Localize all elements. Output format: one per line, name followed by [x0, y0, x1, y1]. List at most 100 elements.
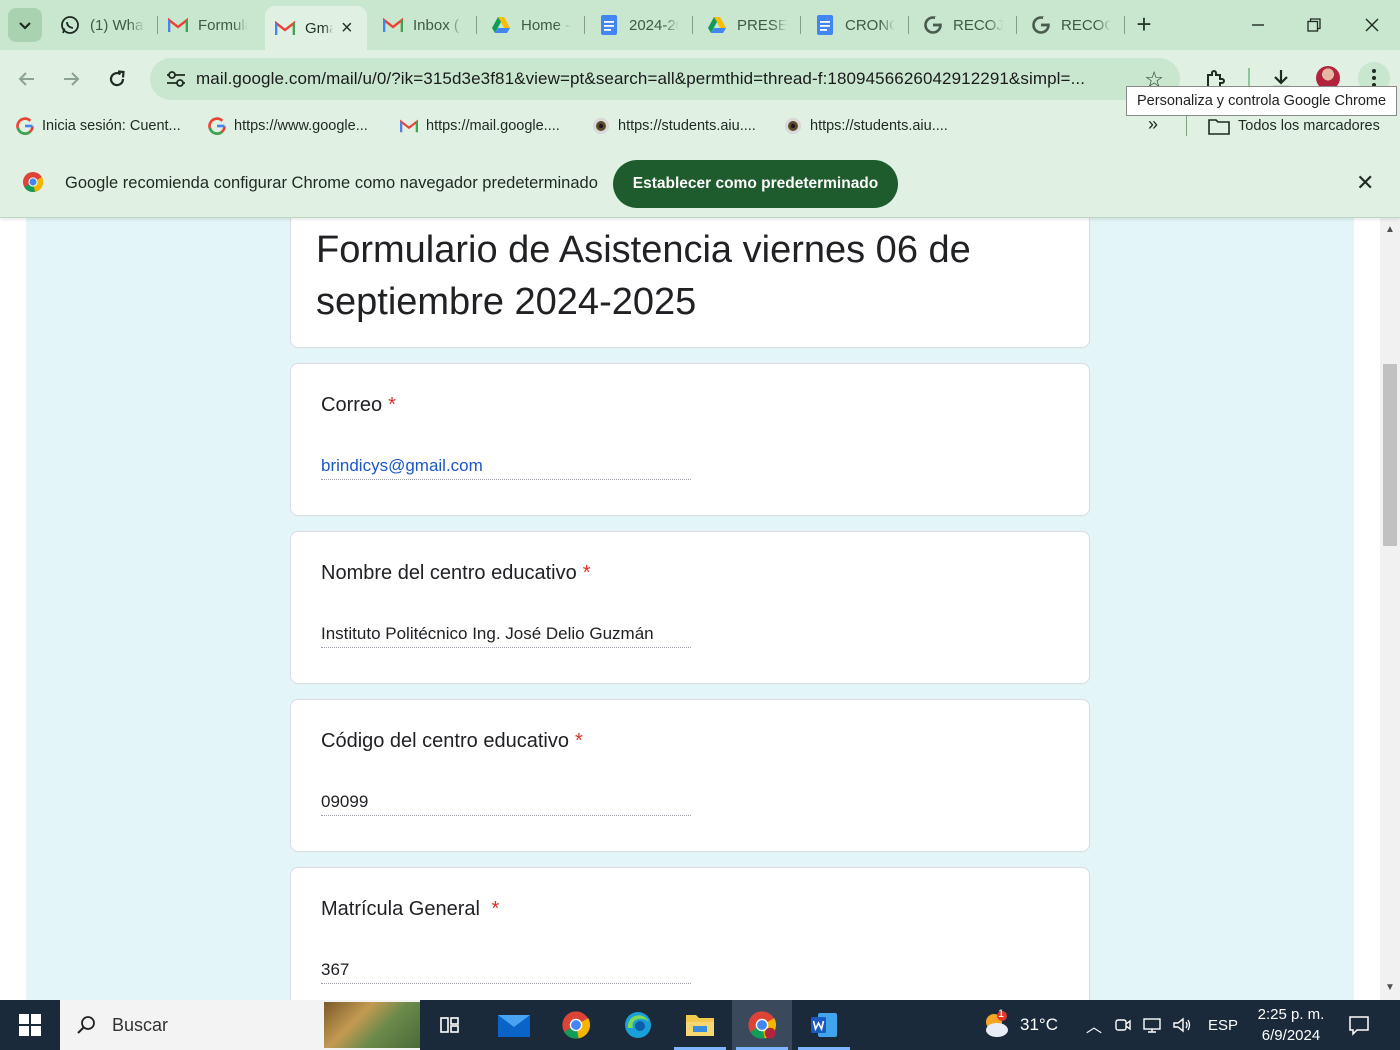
minimize-button[interactable] [1230, 0, 1286, 50]
close-infobar-icon[interactable]: ✕ [1356, 170, 1374, 196]
reload-icon [109, 70, 125, 87]
question-label: Código del centro educativo * [321, 730, 583, 753]
email-answer[interactable]: brindicys@gmail.com [321, 456, 691, 480]
close-tab-icon[interactable]: × [341, 18, 353, 38]
enrollment-answer: 367 [321, 960, 691, 984]
bookmark-item[interactable]: https://students.aiu.... [592, 114, 756, 138]
tab-separator [800, 16, 801, 34]
chrome-icon [562, 1011, 591, 1039]
meet-now-icon[interactable] [1114, 1016, 1132, 1034]
reload-button[interactable] [100, 62, 134, 96]
drive-icon [707, 15, 727, 35]
new-tab-button[interactable]: + [1130, 8, 1158, 39]
tab-docs-2024[interactable]: 2024-2025 [589, 8, 689, 42]
question-text: Código del centro educativo [321, 730, 569, 752]
question-text: Nombre del centro educativo [321, 562, 577, 584]
bookmark-label: https://mail.google.... [426, 118, 560, 134]
taskbar-search[interactable]: Buscar [60, 1000, 420, 1050]
tab-inbox[interactable]: Inbox ( [373, 8, 473, 42]
chevron-down-icon [19, 22, 31, 30]
bookmarks-separator [1186, 116, 1187, 136]
tab-title: Gmail [305, 19, 333, 37]
scrollbar-thumb[interactable] [1383, 364, 1397, 546]
default-browser-infobar: Google recomienda configurar Chrome como… [0, 144, 1400, 218]
system-tray: ︿ ESP [1086, 1000, 1238, 1050]
tab-title: (1) WhatsApp [90, 16, 145, 34]
tab-separator [692, 16, 693, 34]
start-button[interactable] [0, 1000, 60, 1050]
chrome-app[interactable] [546, 1000, 606, 1050]
tab-recojer[interactable]: RECOJER [913, 8, 1013, 42]
all-bookmarks-folder[interactable]: Todos los marcadores [1208, 114, 1380, 138]
docs-icon [815, 15, 835, 35]
page-scrollbar[interactable]: ▲ ▼ [1380, 218, 1400, 1000]
scroll-up-icon[interactable]: ▲ [1380, 220, 1400, 238]
task-view-button[interactable] [420, 1000, 480, 1050]
address-bar[interactable]: mail.google.com/mail/u/0/?ik=315d3e3f81&… [150, 58, 1180, 100]
tab-strip: (1) WhatsApp Formulario Gmail × Inbox ( … [0, 0, 1400, 50]
plus-icon: + [1136, 8, 1152, 39]
form-title-card: Formulario de Asistencia viernes 06 de s… [290, 218, 1090, 348]
google-icon [16, 117, 34, 135]
word-app[interactable] [794, 1000, 854, 1050]
restore-button[interactable] [1286, 0, 1342, 50]
aiu-icon [592, 117, 610, 135]
docs-icon [599, 15, 619, 35]
arrow-right-icon [64, 72, 80, 86]
tab-recoger[interactable]: RECOGER [1021, 8, 1121, 42]
gmail-icon [400, 117, 418, 135]
task-view-icon [440, 1017, 459, 1033]
mail-app[interactable] [484, 1000, 544, 1050]
all-bookmarks-label: Todos los marcadores [1238, 118, 1380, 134]
chrome-icon [748, 1011, 777, 1039]
windows-taskbar: Buscar 1 31°C ︿ ESP 2:25 p. m. 6/9/2024 [0, 1000, 1400, 1050]
bookmark-label: https://students.aiu.... [810, 118, 948, 134]
back-button[interactable] [10, 62, 44, 96]
gmail-icon [168, 15, 188, 35]
tab-gmail-active[interactable]: Gmail × [265, 6, 367, 50]
tab-presentacion[interactable]: PRESENTACION [697, 8, 797, 42]
language-indicator[interactable]: ESP [1208, 1017, 1238, 1034]
close-window-button[interactable] [1344, 0, 1400, 50]
more-bookmarks-icon[interactable]: » [1148, 114, 1158, 135]
bookmark-item[interactable]: https://students.aiu.... [784, 114, 948, 138]
forward-button[interactable] [54, 62, 88, 96]
google-icon [923, 15, 943, 35]
tab-title: RECOGER [1061, 16, 1111, 34]
tab-drive-home[interactable]: Home - [481, 8, 581, 42]
aiu-icon [784, 117, 802, 135]
gmail-icon [275, 18, 295, 38]
bookmark-item[interactable]: Inicia sesión: Cuent... [16, 114, 181, 138]
bookmark-item[interactable]: https://www.google... [208, 114, 368, 138]
notifications-button[interactable] [1348, 1000, 1370, 1050]
question-card: Matrícula General * 367 [290, 867, 1090, 1000]
site-settings-icon[interactable] [156, 64, 196, 94]
close-icon [1365, 18, 1379, 32]
set-default-button[interactable]: Establecer como predeterminado [613, 160, 898, 208]
chrome-profile-app[interactable] [732, 1000, 792, 1050]
tab-whatsapp[interactable]: (1) WhatsApp [50, 8, 155, 42]
file-explorer-app[interactable] [670, 1000, 730, 1050]
scroll-down-icon[interactable]: ▼ [1380, 978, 1400, 996]
clock[interactable]: 2:25 p. m. 6/9/2024 [1250, 1004, 1332, 1046]
tab-formulario[interactable]: Formulario [158, 8, 258, 42]
windows-logo-icon [19, 1014, 41, 1036]
bookmark-label: Inicia sesión: Cuent... [42, 118, 181, 134]
search-icon [77, 1016, 95, 1034]
network-icon[interactable] [1142, 1016, 1162, 1034]
url-text: mail.google.com/mail/u/0/?ik=315d3e3f81&… [196, 69, 1086, 88]
show-hidden-icons-icon[interactable]: ︿ [1086, 1013, 1102, 1037]
clock-time: 2:25 p. m. [1257, 1006, 1325, 1023]
school-name-answer: Instituto Politécnico Ing. José Delio Gu… [321, 624, 691, 648]
tab-title: Inbox ( [413, 16, 459, 34]
volume-icon[interactable] [1172, 1016, 1192, 1034]
tab-cronograma[interactable]: CRONOGRAMA [805, 8, 905, 42]
tab-search-button[interactable] [8, 8, 42, 42]
question-card: Código del centro educativo * 09099 [290, 699, 1090, 852]
google-icon [208, 117, 226, 135]
form-title: Formulario de Asistencia viernes 06 de s… [316, 229, 971, 323]
edge-app[interactable] [608, 1000, 668, 1050]
bookmark-item[interactable]: https://mail.google.... [400, 114, 560, 138]
bookmark-label: https://students.aiu.... [618, 118, 756, 134]
weather-widget[interactable]: 1 31°C [980, 1000, 1058, 1050]
